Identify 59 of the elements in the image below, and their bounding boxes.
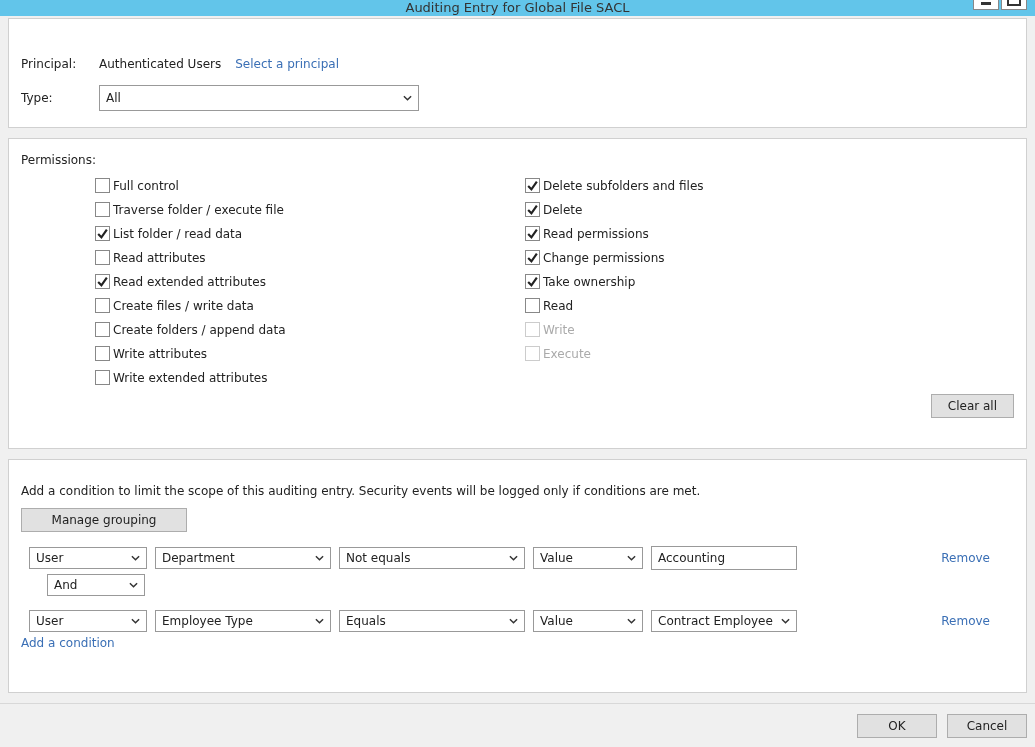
condition-dropdown[interactable]: Employee Type (155, 610, 331, 633)
permission-checkbox[interactable]: Delete subfolders and files (525, 177, 704, 195)
permission-checkbox[interactable]: Delete (525, 201, 704, 219)
condition-dropdown[interactable]: Department (155, 547, 331, 570)
checkmark-icon (526, 227, 539, 241)
conditions-description: Add a condition to limit the scope of this auditing entry. Security events will be logged only if conditions are met. (21, 484, 702, 499)
principal-value: Authenticated Users (99, 57, 222, 72)
permission-checkbox[interactable]: Create folders / append data (95, 321, 525, 339)
permission-checkbox[interactable]: Write extended attributes (95, 369, 525, 387)
principal-label: Principal: (21, 57, 78, 72)
clear-all-button[interactable]: Clear all (930, 394, 1014, 419)
permission-checkbox[interactable]: Create files / write data (95, 297, 525, 315)
dialog-button[interactable]: OK (857, 713, 937, 738)
checkmark-icon (526, 251, 539, 265)
permission-checkbox[interactable]: Traverse folder / execute file (95, 201, 525, 219)
dialog-button[interactable]: Cancel (947, 713, 1027, 738)
chevron-icon (315, 618, 324, 625)
permission-checkbox[interactable]: Take ownership (525, 273, 704, 291)
condition-dropdown[interactable]: Not equals (339, 547, 525, 570)
manage-grouping-button[interactable]: Manage grouping (21, 508, 187, 533)
chevron-icon (509, 555, 518, 562)
checkmark-icon (96, 227, 109, 241)
operator-dropdown[interactable]: And (47, 574, 145, 597)
checkmark-icon (526, 275, 539, 289)
chevron-icon (403, 95, 412, 102)
condition-dropdown[interactable]: User (29, 547, 147, 570)
condition-dropdown[interactable]: Contract Employee (651, 610, 797, 633)
permission-checkbox[interactable]: Change permissions (525, 249, 704, 267)
remove-link[interactable]: Remove (941, 614, 990, 629)
permission-checkbox[interactable]: Full control (95, 177, 525, 195)
condition-dropdown[interactable]: Value (533, 610, 643, 633)
chevron-icon (781, 618, 790, 625)
remove-link[interactable]: Remove (941, 551, 990, 566)
chevron-icon (131, 555, 140, 562)
condition-dropdown[interactable]: Equals (339, 610, 525, 633)
chevron-icon (627, 555, 636, 562)
condition-dropdown[interactable]: User (29, 610, 147, 633)
chevron-icon (129, 582, 138, 589)
value-field[interactable]: Accounting (651, 546, 797, 571)
chevron-icon (509, 618, 518, 625)
condition-dropdown[interactable]: Value (533, 547, 643, 570)
checkmark-icon (526, 203, 539, 217)
type-dropdown[interactable]: All (99, 85, 419, 112)
permission-checkbox[interactable]: Read extended attributes (95, 273, 525, 291)
window-title: Auditing Entry for Global File SACL (405, 0, 630, 16)
checkmark-icon (96, 275, 109, 289)
permission-checkbox[interactable]: List folder / read data (95, 225, 525, 243)
chevron-icon (131, 618, 140, 625)
permission-checkbox[interactable]: Write attributes (95, 345, 525, 363)
permissions-label: Permissions: (21, 153, 98, 168)
add-condition-link[interactable]: Add a condition (21, 636, 115, 651)
checkmark-icon (526, 179, 539, 193)
permission-checkbox[interactable]: Read attributes (95, 249, 525, 267)
select-principal-link[interactable]: Select a principal (235, 57, 339, 72)
chevron-icon (627, 618, 636, 625)
type-label: Type: (21, 91, 54, 106)
permission-checkbox[interactable]: Read (525, 297, 704, 315)
chevron-icon (315, 555, 324, 562)
permission-checkbox[interactable]: Read permissions (525, 225, 704, 243)
